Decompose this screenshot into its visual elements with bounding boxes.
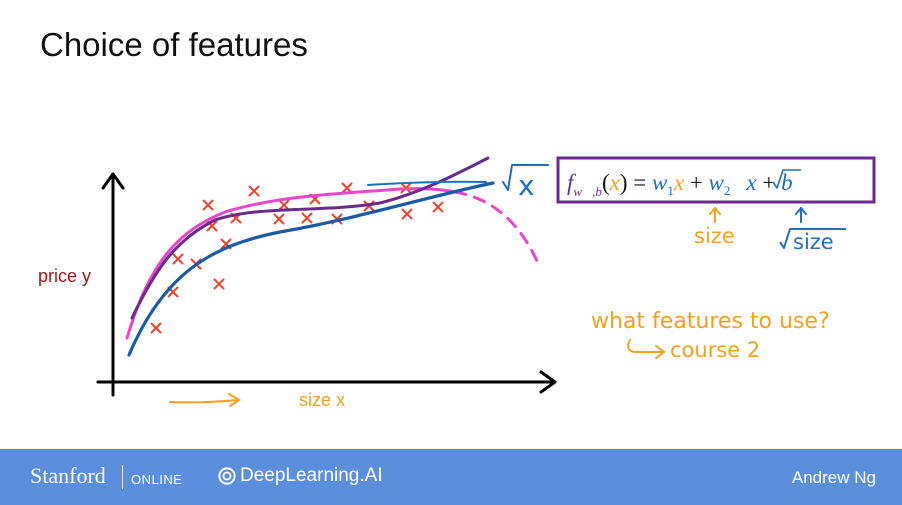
formula-close-equals: ) = (620, 170, 652, 195)
course-ref-hook-arrow (627, 339, 666, 359)
sqrt-size-annotation: size (793, 230, 834, 254)
formula-subscript: w⃗,b (573, 184, 602, 199)
data-point-cross (150, 322, 162, 334)
sqrt-size-up-arrow (795, 206, 807, 223)
diagram-canvas: price y size x x fw⃗,b(x) = w1x + w2 x + … (38, 156, 876, 410)
sqrt-curve-extension (367, 180, 487, 186)
dashed-extrapolation-curve (453, 190, 542, 270)
formula-plus-1: + (684, 170, 708, 195)
formula-open-paren: ( (602, 170, 610, 195)
data-point-cross (202, 199, 214, 211)
size-up-arrow (709, 206, 721, 223)
size-annotation: size (694, 224, 735, 248)
formula-x-term: x (673, 170, 685, 195)
formula: fw⃗,b(x) = w1x + w2 x + b (567, 170, 793, 199)
sqrt-x-label: x (502, 164, 549, 202)
course-reference: course 2 (670, 338, 760, 362)
formula-w2: w (709, 170, 725, 195)
formula-sqrt-radicand: x (745, 170, 757, 195)
sqrt-x-text: x (518, 169, 535, 202)
formula-w1: w (652, 170, 668, 195)
data-point-cross (401, 208, 413, 220)
data-point-cross (248, 185, 260, 197)
y-axis-label: price y (38, 266, 91, 286)
data-point-cross (213, 278, 225, 290)
formula-b: b (781, 170, 793, 195)
deeplearning-logo-icon (218, 467, 236, 485)
data-point-cross (172, 253, 184, 265)
formula-plus-2: + (757, 170, 781, 195)
author-name: Andrew Ng (791, 468, 876, 487)
online-label: ONLINE (131, 472, 183, 487)
data-point-cross (273, 213, 285, 225)
stanford-logo: Stanford (30, 463, 106, 488)
data-point-cross (278, 199, 290, 211)
features-question: what features to use? (591, 309, 830, 334)
data-point-cross (301, 212, 313, 224)
x-direction-arrow (169, 393, 241, 407)
footer-bar: Stanford ONLINE DeepLearning.AI Andrew N… (0, 449, 902, 505)
formula-input-x: x (609, 170, 621, 195)
formula-w2-subscript: 2 (724, 183, 731, 198)
x-axis-label: size x (299, 390, 345, 410)
data-point-cross (432, 201, 444, 213)
deeplearning-wordmark: DeepLearning.AI (240, 465, 383, 486)
logo-divider (122, 465, 123, 489)
